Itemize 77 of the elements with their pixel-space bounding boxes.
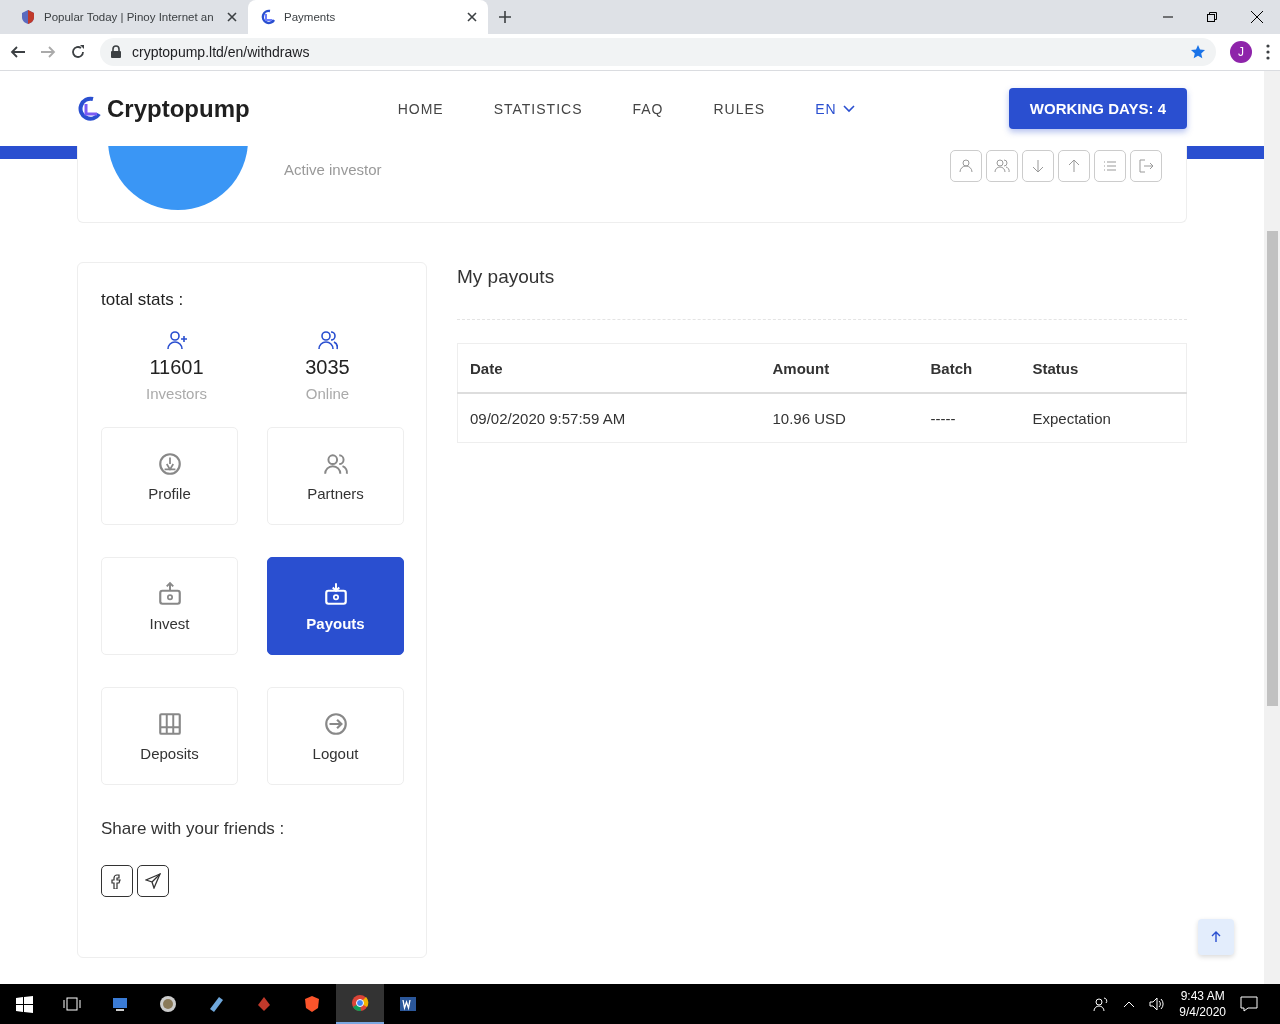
new-tab-icon[interactable] xyxy=(498,10,512,24)
close-icon[interactable] xyxy=(226,11,238,23)
close-icon[interactable] xyxy=(1251,11,1263,23)
column-header: Date xyxy=(457,343,761,393)
close-icon[interactable] xyxy=(466,11,478,23)
nav-link[interactable]: STATISTICS xyxy=(493,100,583,117)
windows-icon[interactable] xyxy=(15,995,33,1013)
chevron-up-icon[interactable] xyxy=(1123,1000,1136,1008)
grid-icon xyxy=(156,710,183,737)
shield-icon[interactable] xyxy=(303,995,321,1013)
computer-icon[interactable] xyxy=(111,995,129,1013)
nav-link[interactable]: FAQ xyxy=(632,100,664,117)
arrow-up-icon xyxy=(1210,931,1222,943)
lock-icon xyxy=(110,45,122,59)
notification-icon[interactable] xyxy=(1240,995,1258,1013)
arrow-up-icon xyxy=(1066,158,1082,174)
menu-tile[interactable]: Partners xyxy=(267,427,404,525)
restore-icon[interactable] xyxy=(1207,12,1217,22)
table-cell: Expectation xyxy=(1020,393,1187,443)
list-icon xyxy=(1102,158,1118,174)
browser-tab[interactable]: Payments xyxy=(248,0,488,34)
notepad-icon[interactable] xyxy=(207,995,225,1013)
people-icon[interactable] xyxy=(1093,996,1110,1012)
arrow-circle-icon xyxy=(322,710,349,737)
user-plus-icon xyxy=(166,330,187,350)
table-cell: 09/02/2020 9:57:59 AM xyxy=(457,393,761,443)
account-avatar[interactable]: J xyxy=(1230,41,1252,63)
app-icon[interactable] xyxy=(159,995,177,1013)
back-icon[interactable] xyxy=(10,44,26,60)
language-selector[interactable]: EN xyxy=(815,100,855,117)
browser-tab[interactable]: Popular Today | Pinoy Internet an xyxy=(8,0,248,34)
reload-icon[interactable] xyxy=(70,44,86,60)
chrome-icon[interactable] xyxy=(351,994,369,1012)
upload-icon xyxy=(156,580,183,607)
table-cell: 10.96 USD xyxy=(760,393,919,443)
column-header: Amount xyxy=(760,343,919,393)
share-button[interactable] xyxy=(101,865,133,897)
logout-icon xyxy=(1138,158,1154,174)
share-title: Share with your friends : xyxy=(101,819,286,839)
logo-icon xyxy=(260,9,276,25)
task-view-icon[interactable] xyxy=(63,995,81,1013)
star-icon[interactable] xyxy=(1190,44,1206,60)
scrollbar[interactable] xyxy=(1264,71,1280,984)
share-button[interactable] xyxy=(137,865,169,897)
arrow-down-icon xyxy=(1030,158,1046,174)
column-header: Batch xyxy=(918,343,1021,393)
logo-icon xyxy=(77,95,103,122)
address-bar[interactable]: cryptopump.ltd/en/withdraws xyxy=(100,38,1216,66)
menu-tile[interactable]: Payouts xyxy=(267,557,404,655)
nav-link[interactable]: RULES xyxy=(713,100,766,117)
download-icon xyxy=(322,580,349,607)
user-icon xyxy=(958,158,974,174)
menu-tile[interactable]: Deposits xyxy=(101,687,238,785)
stats-title: total stats : xyxy=(101,290,185,310)
stat-value: 3035 xyxy=(305,356,350,379)
site-logo[interactable]: Cryptopump xyxy=(77,94,250,123)
stat-label: Online xyxy=(305,385,350,402)
more-icon[interactable] xyxy=(1266,44,1270,60)
system-clock[interactable]: 9:43 AM 9/4/2020 xyxy=(1179,988,1226,1020)
users-icon xyxy=(317,330,338,350)
users-icon xyxy=(994,158,1010,174)
section-title: My payouts xyxy=(457,266,556,288)
column-header: Status xyxy=(1020,343,1187,393)
menu-tile[interactable]: Invest xyxy=(101,557,238,655)
send-icon xyxy=(145,873,161,889)
speaker-icon[interactable] xyxy=(1149,996,1166,1012)
working-days-button[interactable]: WORKING DAYS: 4 xyxy=(1008,88,1187,129)
stat-label: Investors xyxy=(146,385,207,402)
menu-tile[interactable]: Logout xyxy=(267,687,404,785)
stat-value: 11601 xyxy=(149,356,204,379)
profile-status: Active investor xyxy=(284,161,382,178)
menu-tile[interactable]: Profile xyxy=(101,427,238,525)
chevron-down-icon xyxy=(842,104,855,113)
shield-icon xyxy=(20,9,36,25)
table-cell: ----- xyxy=(918,393,1021,443)
word-icon[interactable] xyxy=(399,995,417,1013)
nav-link[interactable]: HOME xyxy=(397,100,444,117)
